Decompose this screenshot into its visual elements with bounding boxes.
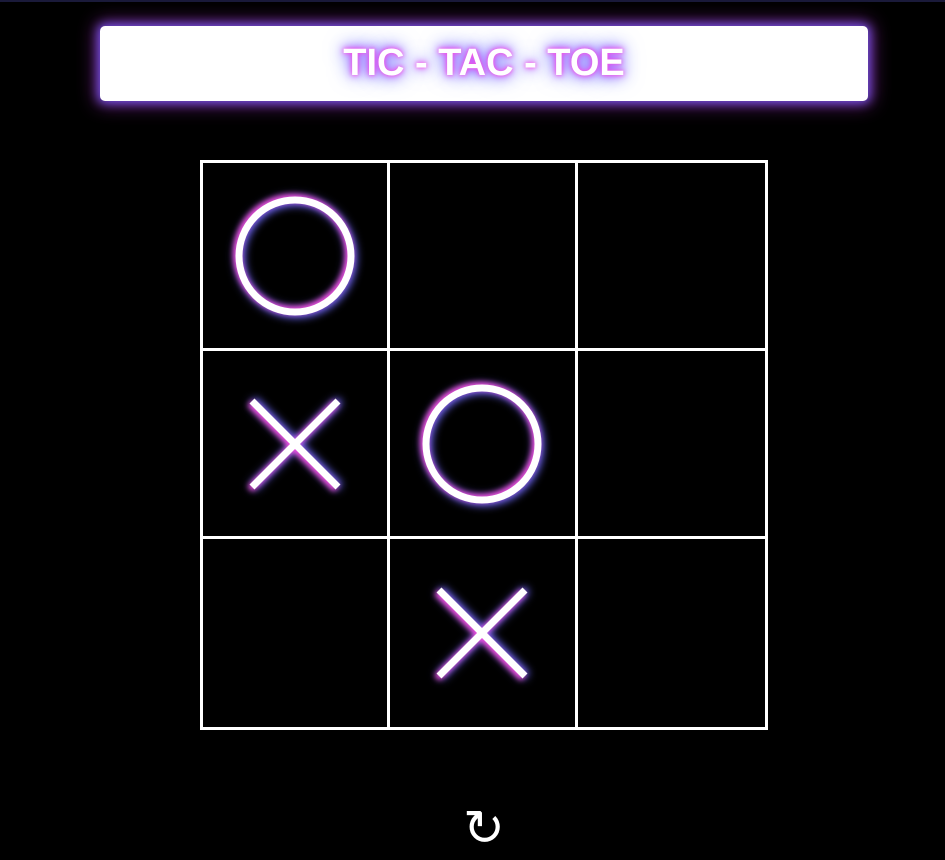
board-cell[interactable]: [203, 539, 391, 727]
board-cell[interactable]: [577, 539, 765, 727]
reset-button[interactable]: ↻: [458, 800, 510, 856]
board-cell[interactable]: [390, 539, 578, 727]
page-title: TIC - TAC - TOE: [343, 42, 625, 84]
reset-icon: ↻: [463, 799, 505, 857]
board-cell[interactable]: [577, 163, 765, 351]
x-mark-icon: [249, 398, 341, 489]
board-cell[interactable]: [390, 351, 578, 539]
title-banner: TIC - TAC - TOE: [100, 26, 868, 101]
board-cell[interactable]: [577, 351, 765, 539]
board-cell[interactable]: [203, 163, 391, 351]
game-board: [200, 160, 768, 730]
o-mark-icon: [422, 384, 542, 503]
o-mark-icon: [235, 196, 355, 315]
x-mark-icon: [437, 587, 528, 679]
top-border-line: [0, 0, 945, 2]
board-cell[interactable]: [390, 163, 578, 351]
board-cell[interactable]: [203, 351, 391, 539]
